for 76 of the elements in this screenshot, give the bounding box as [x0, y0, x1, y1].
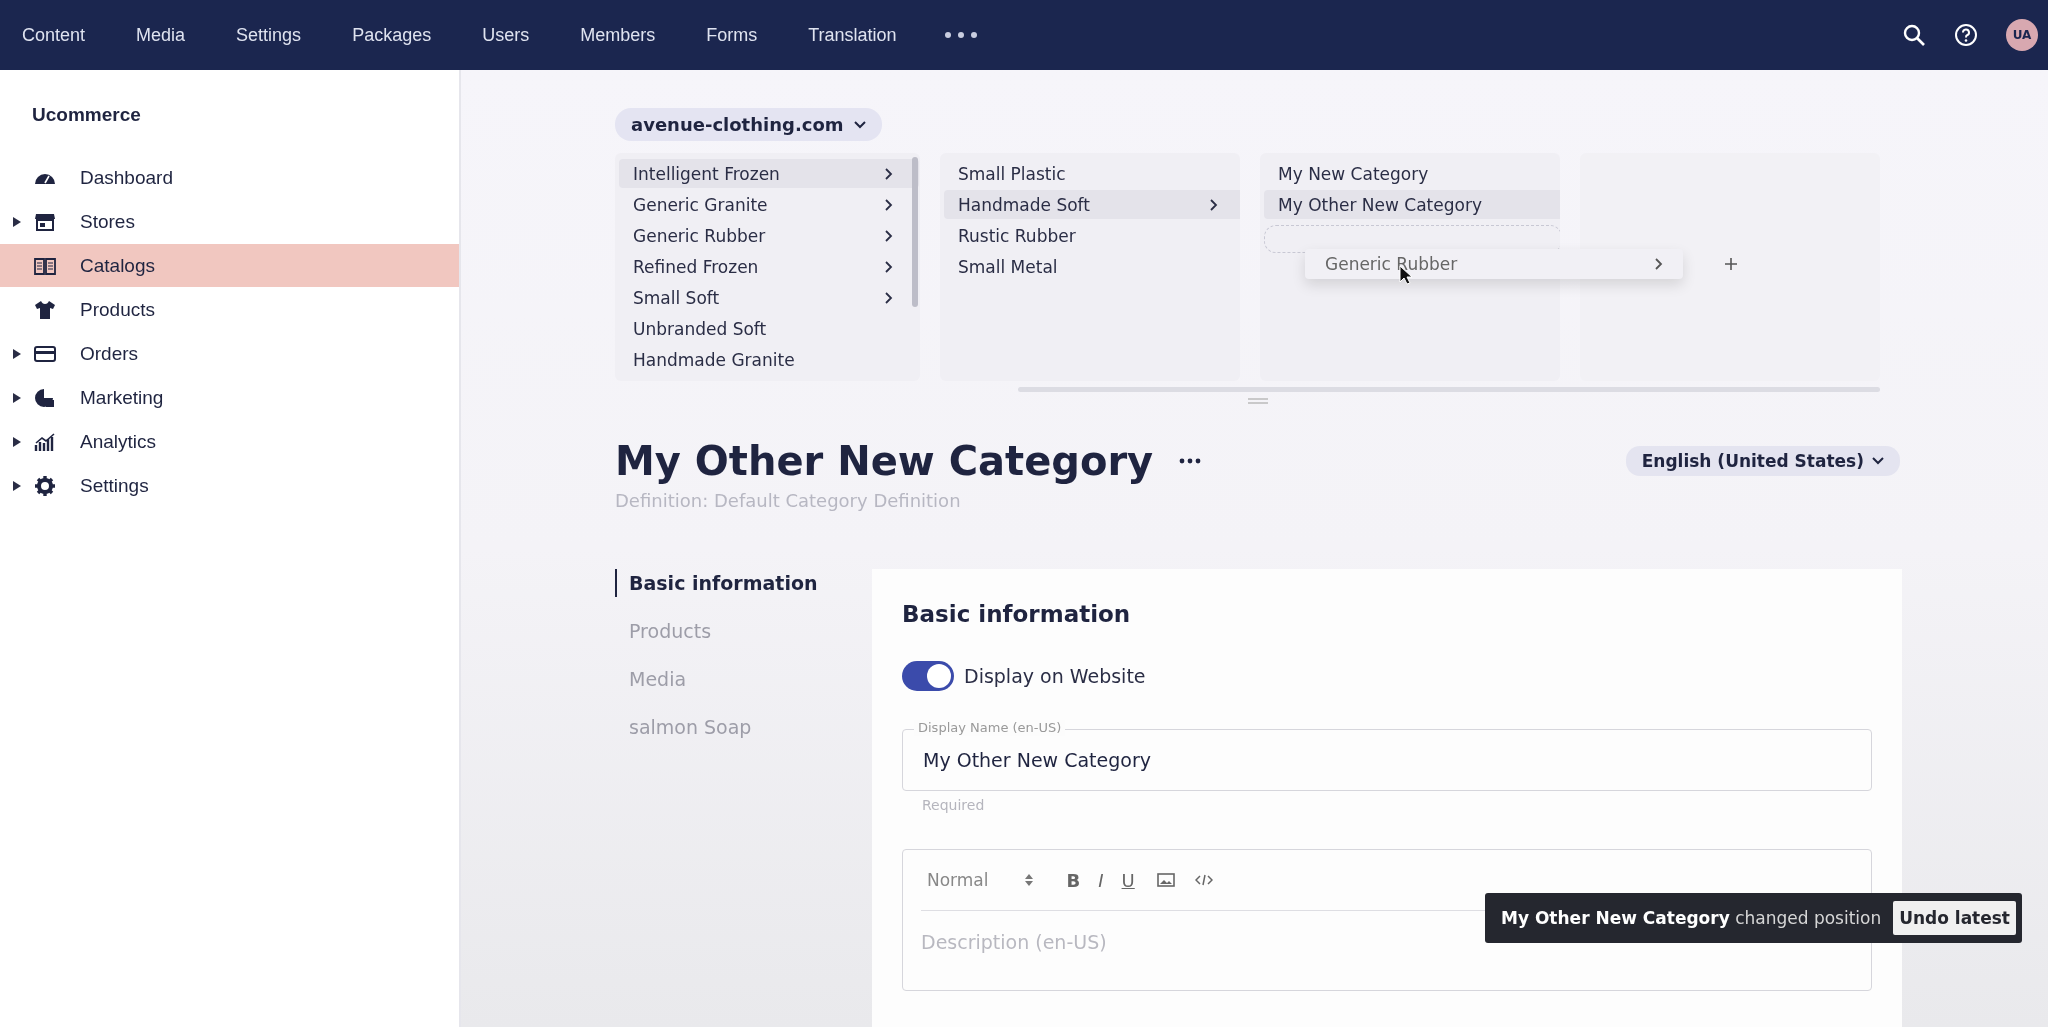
- nav-link[interactable]: Settings: [236, 24, 302, 46]
- italic-button[interactable]: I: [1096, 869, 1106, 891]
- category-item[interactable]: Small Metal: [944, 252, 1240, 281]
- nav-link[interactable]: Content: [22, 24, 86, 46]
- chevron-right-icon: [885, 291, 893, 304]
- category-item[interactable]: Small Plastic: [944, 159, 1240, 188]
- sidebar-item[interactable]: Settings: [0, 464, 459, 507]
- page-title: My Other New Category: [615, 438, 1154, 484]
- settings-icon: [34, 474, 56, 497]
- toast-message: My Other New Category changed position: [1501, 908, 1882, 928]
- category-item[interactable]: Unbranded Soft: [619, 314, 919, 343]
- bar-chart-icon: [34, 430, 56, 453]
- expand-icon[interactable]: [13, 348, 21, 359]
- category-item[interactable]: Intelligent Frozen: [619, 159, 919, 188]
- category-item[interactable]: Rustic Rubber: [944, 221, 1240, 250]
- horizontal-scrollbar[interactable]: [1018, 387, 1880, 392]
- category-item[interactable]: Generic Rubber: [619, 221, 919, 250]
- sidebar-item[interactable]: Stores: [0, 200, 459, 243]
- sidebar-item[interactable]: Catalogs: [0, 244, 459, 287]
- sidebar-item[interactable]: Dashboard: [0, 156, 459, 199]
- help-icon[interactable]: [1954, 23, 1978, 47]
- chevron-right-icon: [885, 198, 893, 211]
- dragged-item[interactable]: Generic Rubber: [1305, 249, 1683, 279]
- pie-chart-icon: [34, 386, 56, 409]
- nav-link[interactable]: Users: [482, 24, 530, 46]
- nav-link[interactable]: Media: [136, 24, 186, 46]
- sidebar-item[interactable]: Analytics: [0, 420, 459, 463]
- chevron-right-icon: [1210, 198, 1218, 211]
- shirt-icon: [34, 298, 56, 321]
- nav-link[interactable]: Translation: [808, 24, 897, 46]
- field-hint: Required: [922, 797, 986, 813]
- sort-icon: [1024, 874, 1033, 886]
- card-title: Basic information: [902, 601, 1132, 627]
- nav-link[interactable]: Packages: [352, 24, 432, 46]
- chevron-right-icon: [885, 167, 893, 180]
- undo-button[interactable]: Undo latest: [1893, 901, 2016, 935]
- format-dropdown[interactable]: Normal: [921, 869, 1039, 891]
- underline-button[interactable]: U: [1119, 869, 1137, 891]
- nav-link[interactable]: Forms: [706, 24, 758, 46]
- chevron-down-icon: [853, 120, 866, 129]
- category-item[interactable]: Small Soft: [619, 283, 919, 312]
- search-icon[interactable]: [1902, 23, 1926, 47]
- expand-icon[interactable]: [13, 436, 21, 447]
- scrollbar-thumb[interactable]: [912, 157, 918, 307]
- expand-icon[interactable]: [13, 216, 21, 227]
- resize-handle-icon[interactable]: [1248, 398, 1268, 404]
- image-icon[interactable]: [1156, 873, 1175, 887]
- category-item[interactable]: My Other New Category: [1264, 190, 1560, 219]
- category-item[interactable]: Handmade Granite: [619, 345, 919, 374]
- bold-button[interactable]: B: [1064, 869, 1083, 891]
- chevron-right-icon: [885, 229, 893, 242]
- add-icon[interactable]: [1724, 257, 1738, 271]
- code-icon[interactable]: [1194, 874, 1213, 886]
- user-avatar[interactable]: UA: [2006, 19, 2038, 51]
- sidebar-item[interactable]: Products: [0, 288, 459, 331]
- chevron-right-icon: [1655, 258, 1663, 270]
- nav-link[interactable]: Members: [580, 24, 656, 46]
- expand-icon[interactable]: [13, 392, 21, 403]
- category-item[interactable]: Refined Frozen: [619, 252, 919, 281]
- expand-icon[interactable]: [13, 480, 21, 491]
- definition-text: Definition: Default Category Definition: [615, 490, 962, 511]
- more-icon[interactable]: [943, 31, 978, 39]
- category-item[interactable]: Generic Granite: [619, 190, 919, 219]
- toggle-label: Display on Website: [964, 665, 1146, 687]
- language-dropdown[interactable]: English (United States): [1625, 446, 1900, 476]
- sidebar-item[interactable]: Marketing: [0, 376, 459, 419]
- sidebar-item[interactable]: Orders: [0, 332, 459, 375]
- category-item[interactable]: My New Category: [1264, 159, 1560, 188]
- store-dropdown[interactable]: avenue-clothing.com: [615, 108, 882, 141]
- category-item[interactable]: Handmade Soft: [944, 190, 1240, 219]
- sidebar-title: Ucommerce: [31, 103, 142, 127]
- field-label: Display Name (en-US): [914, 720, 1066, 736]
- chevron-right-icon: [885, 260, 893, 273]
- chevron-down-icon: [1872, 457, 1884, 465]
- toggle-switch[interactable]: [902, 661, 954, 691]
- more-icon[interactable]: [1179, 458, 1202, 464]
